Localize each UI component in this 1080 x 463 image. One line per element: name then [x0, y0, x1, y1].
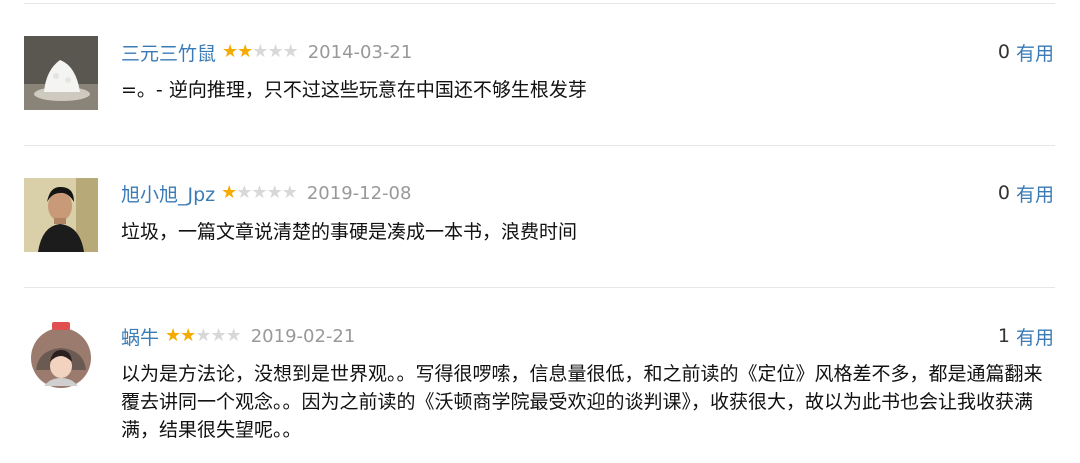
- review-text: =。- 逆向推理，只不过这些玩意在中国还不够生根发芽: [121, 79, 587, 101]
- useful-button[interactable]: 有用: [1016, 323, 1054, 350]
- avatar[interactable]: [24, 36, 98, 110]
- star-icon: ★: [225, 325, 242, 346]
- star-icon: ★: [221, 182, 237, 203]
- star-icon: ★: [281, 182, 298, 203]
- review-meta: 旭小旭_Jpz ★ ★ ★ ★ ★ 2019-12-08: [121, 179, 411, 207]
- star-icon: ★: [195, 325, 211, 346]
- star-icon: ★: [236, 182, 252, 203]
- star-icon: ★: [210, 325, 226, 346]
- avatar-image: [24, 320, 98, 394]
- star-icon: ★: [165, 325, 181, 346]
- review-date: 2014-03-21: [307, 41, 413, 63]
- star-icon: ★: [222, 41, 238, 62]
- divider: [24, 287, 1055, 288]
- star-icon: ★: [266, 182, 283, 203]
- useful-button[interactable]: 有用: [1016, 180, 1054, 207]
- star-icon: ★: [251, 182, 267, 203]
- star-icon: ★: [180, 325, 196, 346]
- author-link[interactable]: 三元三竹鼠: [121, 39, 216, 66]
- vote-area: 1 有用: [998, 322, 1054, 350]
- review-date: 2019-02-21: [250, 325, 356, 347]
- rating-stars: ★ ★ ★ ★ ★: [165, 325, 242, 346]
- review-meta: 三元三竹鼠 ★ ★ ★ ★ ★ 2014-03-21: [121, 38, 412, 66]
- vote-count: 0: [997, 182, 1010, 204]
- vote-area: 0 有用: [998, 38, 1054, 66]
- review-date: 2019-12-08: [306, 182, 412, 204]
- review-meta: 蜗牛 ★ ★ ★ ★ ★ 2019-02-21: [121, 322, 355, 350]
- avatar[interactable]: [24, 320, 98, 394]
- rating-stars: ★ ★ ★ ★ ★: [222, 41, 299, 62]
- star-icon: ★: [237, 41, 253, 62]
- author-link[interactable]: 蜗牛: [121, 323, 159, 350]
- review-text: 以为是方法论，没想到是世界观。。写得很啰嗦，信息量很低，和之前读的《定位》风格差…: [121, 363, 1043, 441]
- star-icon: ★: [282, 41, 299, 62]
- vote-count: 1: [997, 325, 1010, 347]
- avatar[interactable]: [24, 178, 98, 252]
- avatar-image: [24, 178, 98, 252]
- divider: [24, 145, 1055, 146]
- useful-button[interactable]: 有用: [1016, 39, 1054, 66]
- avatar-image: [24, 36, 98, 110]
- star-icon: ★: [252, 41, 268, 62]
- review-list: 三元三竹鼠 ★ ★ ★ ★ ★ 2014-03-21 0 有用 =。- 逆向推理，只不过…: [0, 0, 1080, 463]
- author-link[interactable]: 旭小旭_Jpz: [121, 180, 215, 207]
- rating-stars: ★ ★ ★ ★ ★: [221, 182, 298, 203]
- review-text: 垃圾，一篇文章说清楚的事硬是凑成一本书，浪费时间: [121, 221, 578, 243]
- vote-count: 0: [997, 41, 1010, 63]
- divider: [24, 3, 1055, 4]
- vote-area: 0 有用: [998, 179, 1054, 207]
- star-icon: ★: [267, 41, 283, 62]
